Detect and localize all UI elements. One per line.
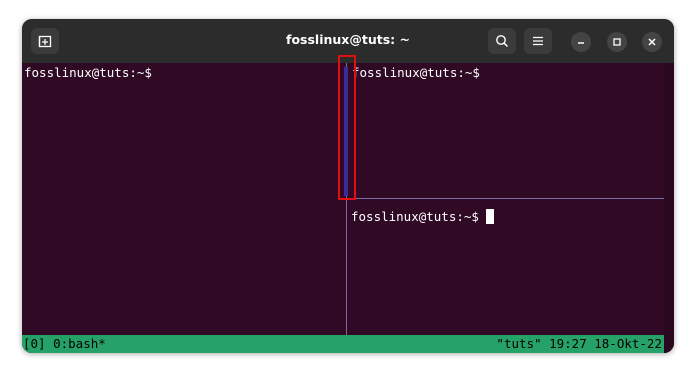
- close-button[interactable]: [642, 32, 662, 52]
- tmux-status-right: "tuts" 19:27 18-Okt-22: [496, 336, 662, 351]
- maximize-icon: [612, 37, 622, 47]
- minimize-button[interactable]: [571, 32, 591, 52]
- search-button[interactable]: [488, 28, 516, 54]
- scrollbar[interactable]: [664, 63, 674, 353]
- top-right-pane-prompt: fosslinux@tuts:~$: [352, 65, 480, 80]
- close-icon: [647, 37, 657, 47]
- hamburger-menu-icon: [532, 35, 544, 47]
- annotation-highlight-box: [338, 55, 356, 200]
- tmux-window-list: [0] 0:bash*: [23, 336, 106, 351]
- bottom-right-pane-prompt: fosslinux@tuts:~$: [351, 209, 487, 224]
- minimize-icon: [576, 37, 586, 47]
- tmux-status-bar: [0] 0:bash* "tuts" 19:27 18-Okt-22: [22, 335, 664, 353]
- horizontal-pane-divider[interactable]: [347, 198, 664, 199]
- menu-button[interactable]: [524, 28, 552, 54]
- left-pane-prompt: fosslinux@tuts:~$: [24, 65, 152, 80]
- maximize-button[interactable]: [607, 32, 627, 52]
- search-icon: [495, 34, 509, 48]
- text-cursor: [486, 209, 495, 224]
- bottom-right-pane-line: fosslinux@tuts:~$: [351, 209, 495, 225]
